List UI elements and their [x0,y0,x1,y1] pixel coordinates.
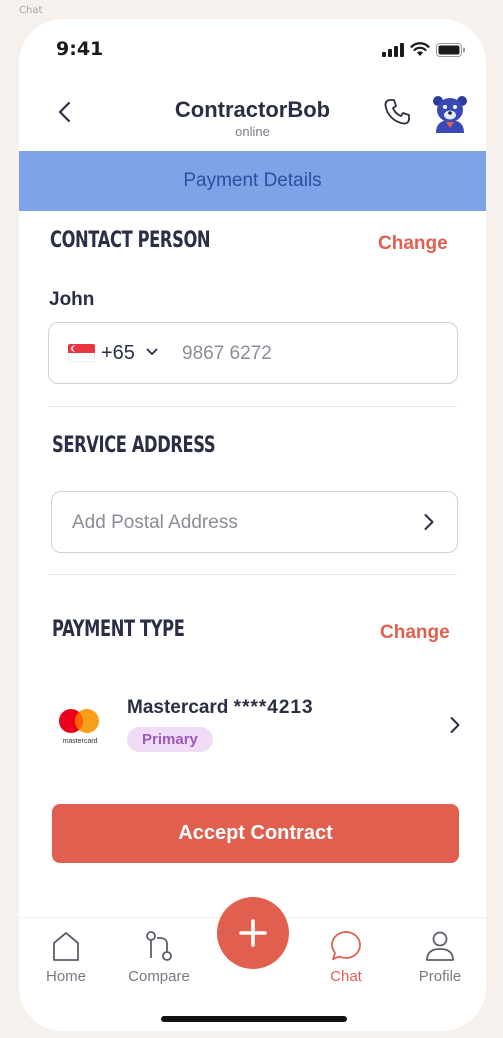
mastercard-logo-text: mastercard [62,738,98,745]
accept-contract-button[interactable]: Accept Contract [52,804,459,863]
section-divider [48,574,457,575]
primary-badge: Primary [127,727,213,752]
tab-compare-label: Compare [128,968,190,985]
canvas-label: Chat [19,5,43,16]
section-divider [48,406,457,407]
payment-details-banner: Payment Details [19,151,486,211]
payment-type-heading: PAYMENT TYPE [52,617,185,642]
profile-icon [426,931,454,961]
chat-icon [331,931,361,960]
compare-icon [146,931,172,961]
contact-name: ContractorBob [174,97,331,122]
phone-number-value[interactable]: 9867 6272 [182,343,272,365]
status-icons [382,42,466,57]
contact-person-heading: CONTACT PERSON [50,228,211,253]
status-time: 9:41 [56,38,104,60]
home-indicator [161,1016,347,1022]
payment-card-row[interactable]: mastercard Mastercard ****4213 Primary [51,689,461,759]
tab-profile-label: Profile [418,968,462,985]
home-icon [53,932,79,961]
wifi-icon [410,42,430,56]
chevron-right-icon[interactable] [449,715,461,735]
add-button[interactable] [217,897,289,969]
postal-address-field[interactable]: Add Postal Address [51,491,458,553]
tab-home[interactable]: Home [21,928,111,985]
battery-icon [436,42,465,57]
tab-home-label: Home [45,968,86,985]
service-address-heading: SERVICE ADDRESS [52,433,216,458]
chat-header: ContractorBob online [19,97,486,139]
plus-icon [239,919,267,947]
card-number-masked: ****4213 [233,697,314,718]
tab-profile[interactable]: Profile [395,928,485,985]
change-contact-link[interactable]: Change [378,233,448,255]
avatar[interactable] [429,93,471,135]
phone-call-icon[interactable] [382,97,412,127]
tab-chat[interactable]: Chat [301,928,391,985]
singapore-flag-icon [68,344,95,362]
phone-screen: 9:41 ContractorBob online Payment Detail… [19,19,486,1031]
country-code[interactable]: +65 [101,342,135,365]
card-brand: Mastercard [127,697,229,718]
cellular-signal-icon [382,42,404,57]
card-label: Mastercard ****4213 [127,697,314,719]
tab-chat-label: Chat [330,968,362,985]
change-payment-link[interactable]: Change [380,622,450,644]
tab-compare[interactable]: Compare [114,928,204,985]
address-placeholder: Add Postal Address [72,512,238,533]
chevron-down-icon[interactable] [146,347,158,357]
contact-status: online [235,124,270,139]
mastercard-logo-icon: mastercard [55,705,105,745]
contact-person-name: John [49,289,95,310]
chevron-right-icon [424,514,434,530]
phone-number-field[interactable]: +65 9867 6272 [48,322,458,384]
